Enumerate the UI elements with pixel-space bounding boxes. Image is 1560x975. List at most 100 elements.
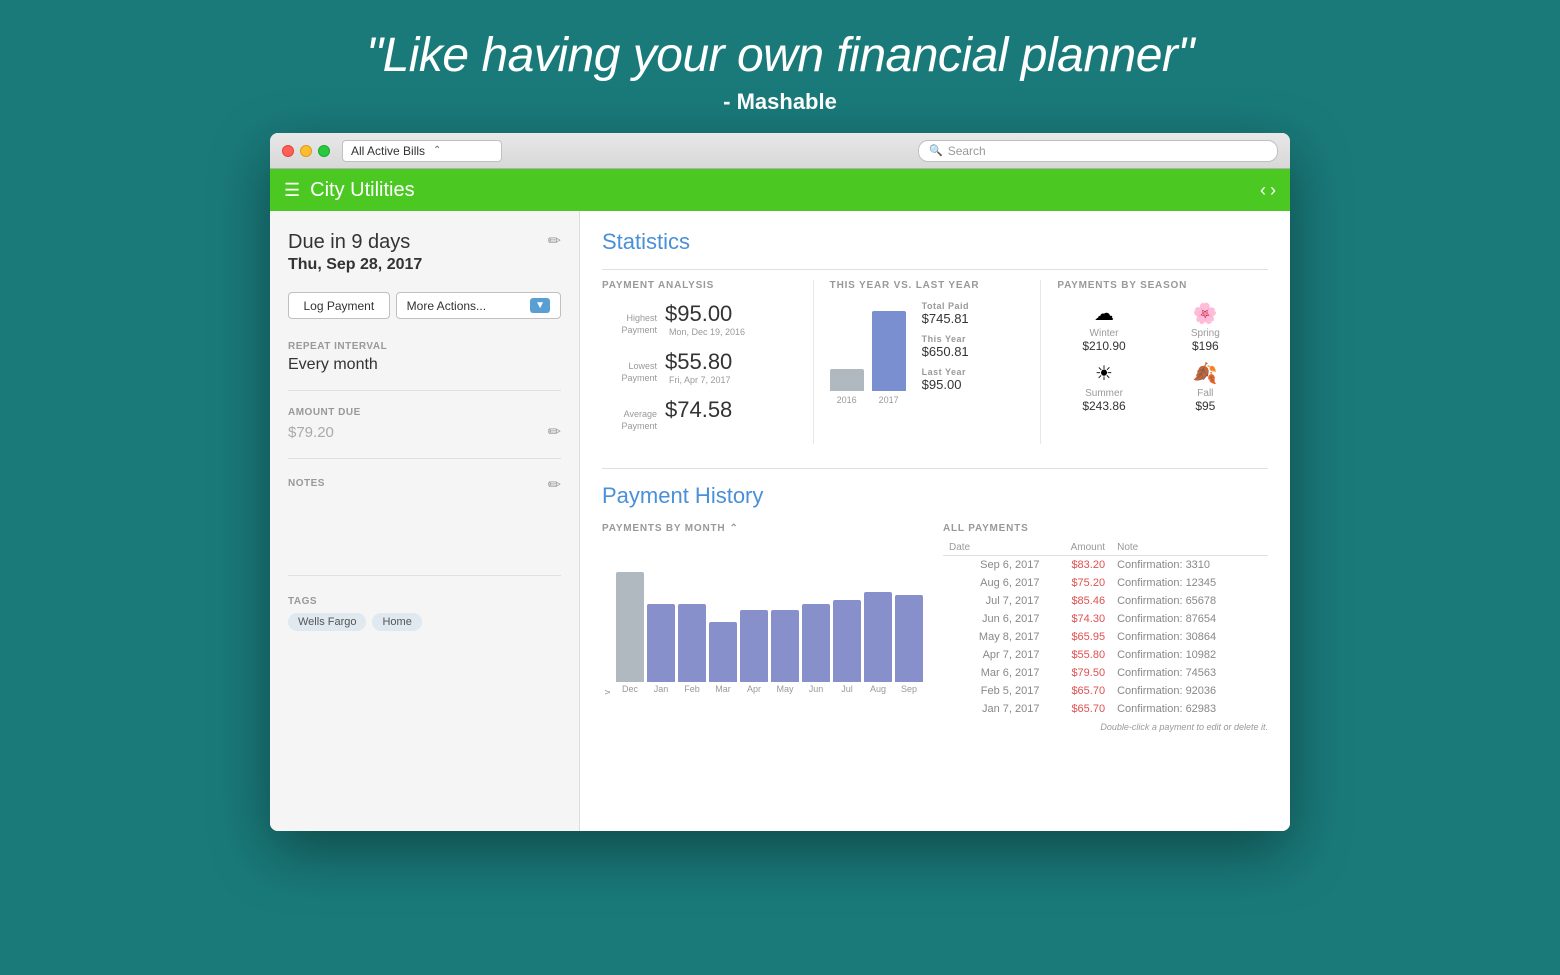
repeat-interval-section: REPEAT INTERVAL Every month <box>288 341 561 391</box>
season-fall: 🍂 Fall $95 <box>1159 361 1252 413</box>
app-window: All Active Bills ⌃ 🔍 Search ☰ City Utili… <box>270 133 1290 831</box>
next-arrow-icon[interactable]: › <box>1270 180 1276 201</box>
table-row[interactable]: Apr 7, 2017 $55.80 Confirmation: 10982 <box>943 646 1268 664</box>
sort-icon[interactable]: ⌃ <box>729 523 738 534</box>
bar-2017 <box>872 311 906 391</box>
tags-label: TAGS <box>288 596 561 607</box>
this-year-label: This Year <box>922 334 969 344</box>
bar-may: May <box>771 610 799 694</box>
table-row[interactable]: Feb 5, 2017 $65.70 Confirmation: 92036 <box>943 682 1268 700</box>
header-date: Date <box>943 540 1045 556</box>
repeat-label: REPEAT INTERVAL <box>288 341 561 352</box>
date-cell: Aug 6, 2017 <box>943 574 1045 592</box>
due-date: Thu, Sep 28, 2017 <box>288 256 422 274</box>
bills-dropdown[interactable]: All Active Bills ⌃ <box>342 140 502 162</box>
amount-cell: $65.70 <box>1045 682 1111 700</box>
amount-cell: $65.70 <box>1045 700 1111 718</box>
summer-icon: ☀ <box>1057 361 1150 386</box>
payments-table: Date Amount Note Sep 6, 2017 $83.20 Conf… <box>943 540 1268 718</box>
due-section: Due in 9 days Thu, Sep 28, 2017 ✏ <box>288 231 561 274</box>
table-row[interactable]: Mar 6, 2017 $79.50 Confirmation: 74563 <box>943 664 1268 682</box>
lowest-label: LowestPayment <box>602 361 657 384</box>
hamburger-icon[interactable]: ☰ <box>284 181 300 199</box>
close-button[interactable] <box>282 145 294 157</box>
amount-cell: $55.80 <box>1045 646 1111 664</box>
title-bar: All Active Bills ⌃ 🔍 Search <box>270 133 1290 169</box>
amount-cell: $74.30 <box>1045 610 1111 628</box>
stats-grid: PAYMENT ANALYSIS HighestPayment $95.00 M… <box>602 269 1268 444</box>
quote-source: - Mashable <box>366 89 1194 115</box>
by-month-label: PAYMENTS BY MONTH <box>602 523 725 534</box>
highest-payment-row: HighestPayment $95.00 Mon, Dec 19, 2016 <box>602 301 797 337</box>
nav-arrows: ‹ › <box>1260 180 1276 201</box>
date-cell: Jan 7, 2017 <box>943 700 1045 718</box>
table-row[interactable]: Aug 6, 2017 $75.20 Confirmation: 12345 <box>943 574 1268 592</box>
log-payment-button[interactable]: Log Payment <box>288 292 390 319</box>
table-row[interactable]: May 8, 2017 $65.95 Confirmation: 30864 <box>943 628 1268 646</box>
average-amount: $74.58 <box>665 397 732 423</box>
amount-due-section: AMOUNT DUE $79.20 ✏ <box>288 407 561 459</box>
main-content: Due in 9 days Thu, Sep 28, 2017 ✏ Log Pa… <box>270 211 1290 831</box>
monthly-chart-area: PAYMENTS BY MONTH ⌃ v Dec <box>602 523 927 732</box>
note-cell: Confirmation: 92036 <box>1111 682 1268 700</box>
tags-section: TAGS Wells Fargo Home <box>288 596 561 631</box>
payments-table-area: ALL PAYMENTS Date Amount Note <box>943 523 1268 732</box>
seasons-title: PAYMENTS BY SEASON <box>1057 280 1252 291</box>
maximize-button[interactable] <box>318 145 330 157</box>
prev-arrow-icon[interactable]: ‹ <box>1260 180 1266 201</box>
edit-amount-icon[interactable]: ✏ <box>548 422 561 442</box>
table-row[interactable]: Jan 7, 2017 $65.70 Confirmation: 62983 <box>943 700 1268 718</box>
bar-feb: Feb <box>678 604 706 694</box>
by-month-title: PAYMENTS BY MONTH ⌃ <box>602 523 927 534</box>
note-cell: Confirmation: 12345 <box>1111 574 1268 592</box>
search-placeholder: Search <box>948 144 986 158</box>
amount-cell: $83.20 <box>1045 556 1111 575</box>
history-grid: PAYMENTS BY MONTH ⌃ v Dec <box>602 523 1268 732</box>
tag-wells-fargo[interactable]: Wells Fargo <box>288 613 366 631</box>
table-footer: Double-click a payment to edit or delete… <box>943 722 1268 732</box>
fall-icon: 🍂 <box>1159 361 1252 386</box>
nav-bar: ☰ City Utilities ‹ › <box>270 169 1290 211</box>
notes-label: NOTES <box>288 478 325 489</box>
quote-text: "Like having your own financial planner" <box>366 28 1194 83</box>
payment-history-title: Payment History <box>602 483 1268 509</box>
left-panel: Due in 9 days Thu, Sep 28, 2017 ✏ Log Pa… <box>270 211 580 831</box>
fall-name: Fall <box>1159 388 1252 399</box>
seasons-col: PAYMENTS BY SEASON ☁ Winter $210.90 🌸 Sp… <box>1057 280 1268 444</box>
search-bar[interactable]: 🔍 Search <box>918 140 1278 162</box>
all-payments-title: ALL PAYMENTS <box>943 523 1268 534</box>
bar-label-2016: 2016 <box>830 395 864 405</box>
bar-2016 <box>830 369 864 391</box>
fall-amount: $95 <box>1159 399 1252 413</box>
year-vs-year-col: THIS YEAR VS. LAST YEAR 2016 2017 <box>830 280 1042 444</box>
table-row[interactable]: Jul 7, 2017 $85.46 Confirmation: 65678 <box>943 592 1268 610</box>
note-cell: Confirmation: 65678 <box>1111 592 1268 610</box>
action-buttons: Log Payment More Actions... ▼ <box>288 292 561 319</box>
note-cell: Confirmation: 87654 <box>1111 610 1268 628</box>
note-cell: Confirmation: 3310 <box>1111 556 1268 575</box>
highest-amount: $95.00 <box>665 301 745 327</box>
bar-jun: Jun <box>802 604 830 694</box>
date-cell: Feb 5, 2017 <box>943 682 1045 700</box>
bar-jan: Jan <box>647 604 675 694</box>
date-cell: May 8, 2017 <box>943 628 1045 646</box>
table-row[interactable]: Jun 6, 2017 $74.30 Confirmation: 87654 <box>943 610 1268 628</box>
highest-label: HighestPayment <box>602 313 657 336</box>
due-label: Due in 9 days <box>288 231 422 254</box>
table-row[interactable]: Sep 6, 2017 $83.20 Confirmation: 3310 <box>943 556 1268 575</box>
more-actions-button[interactable]: More Actions... ▼ <box>396 292 561 319</box>
search-icon: 🔍 <box>929 144 943 157</box>
last-year-value: $95.00 <box>922 377 969 392</box>
edit-due-icon[interactable]: ✏ <box>548 231 561 251</box>
minimize-button[interactable] <box>300 145 312 157</box>
statistics-title: Statistics <box>602 229 1268 255</box>
edit-notes-icon[interactable]: ✏ <box>548 475 561 495</box>
highest-date: Mon, Dec 19, 2016 <box>669 327 745 337</box>
date-cell: Apr 7, 2017 <box>943 646 1045 664</box>
nav-title: City Utilities <box>310 179 414 202</box>
season-winter: ☁ Winter $210.90 <box>1057 301 1150 353</box>
note-cell: Confirmation: 30864 <box>1111 628 1268 646</box>
lowest-payment-row: LowestPayment $55.80 Fri, Apr 7, 2017 <box>602 349 797 385</box>
bar-label-2017: 2017 <box>872 395 906 405</box>
tag-home[interactable]: Home <box>372 613 421 631</box>
